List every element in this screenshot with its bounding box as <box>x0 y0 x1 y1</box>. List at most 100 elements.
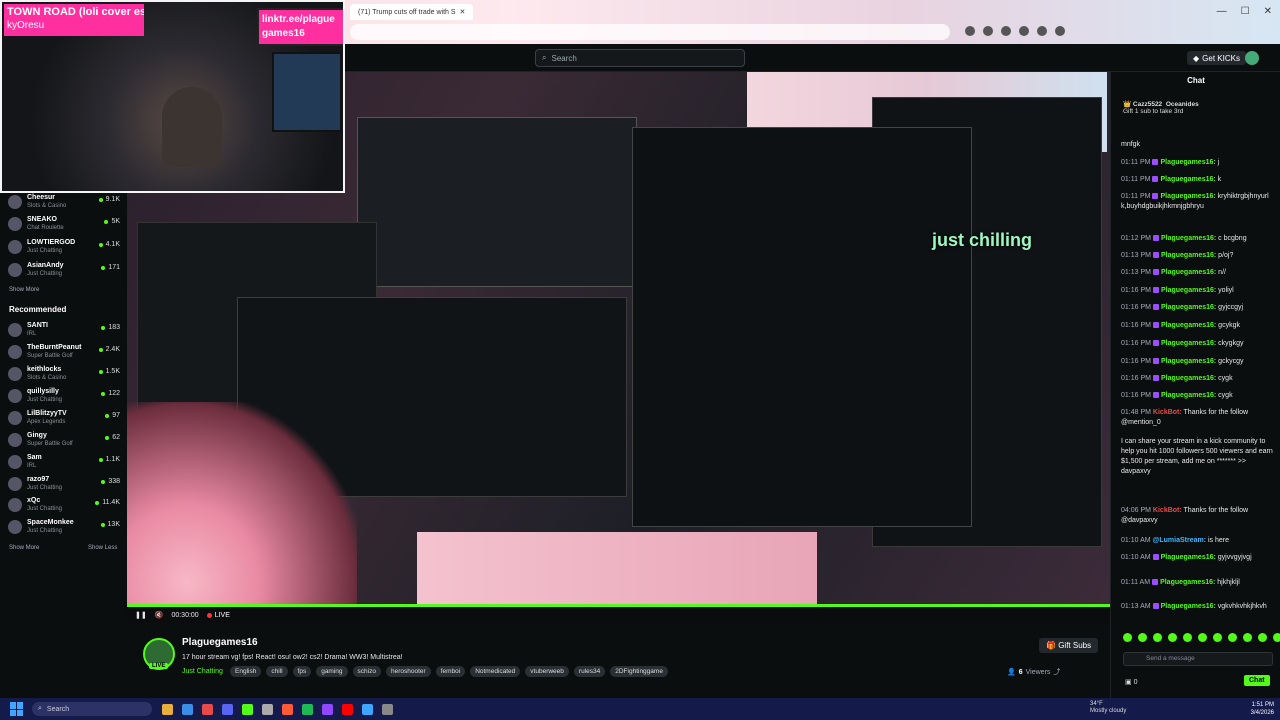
sidebar-channel[interactable]: AsianAndy Just Chatting 171 <box>8 261 120 281</box>
chat-username[interactable]: KickBot: <box>1153 409 1182 416</box>
extension-icon[interactable] <box>1037 26 1047 36</box>
chat-username[interactable]: Plaguegames16: <box>1161 252 1216 259</box>
app-icon[interactable] <box>322 703 333 715</box>
emote-icon[interactable] <box>1198 633 1207 642</box>
chat-username[interactable]: Plaguegames16: <box>1161 340 1216 347</box>
tag[interactable]: schizo <box>352 666 381 677</box>
stream-category[interactable]: Just Chatting <box>182 668 223 675</box>
get-kicks-button[interactable]: ◆ Get KICKs <box>1187 51 1246 65</box>
close-icon[interactable]: ✕ <box>460 8 466 16</box>
sidebar-channel[interactable]: LilBlitzyyTV Apex Legends 97 <box>8 409 120 429</box>
sidebar-channel[interactable]: quillysilly Just Chatting 122 <box>8 387 120 407</box>
chat-username[interactable]: Plaguegames16: <box>1161 235 1216 242</box>
chat-username[interactable]: Plaguegames16: <box>1161 554 1216 561</box>
sidebar-channel[interactable]: LOWTIERGOD Just Chatting 4.1K <box>8 238 120 258</box>
chat-username[interactable]: Plaguegames16: <box>1161 375 1216 382</box>
sidebar-channel[interactable]: Cheesur Slots & Casino 9.1K <box>8 193 120 213</box>
search-input[interactable]: ⌕ Search <box>535 49 745 67</box>
emote-icon[interactable] <box>1168 633 1177 642</box>
chat-send-button[interactable]: Chat <box>1244 675 1270 686</box>
sidebar-channel[interactable]: Sam IRL 1.1K <box>8 453 120 473</box>
emote-icon[interactable] <box>1228 633 1237 642</box>
chat-username[interactable]: Plaguegames16: <box>1160 176 1215 183</box>
sidebar-channel[interactable]: SANTI IRL 183 <box>8 321 120 341</box>
chat-username[interactable]: Plaguegames16: <box>1161 358 1216 365</box>
show-more-link[interactable]: Show More <box>9 545 39 551</box>
sidebar-channel[interactable]: TheBurntPeanut Super Battle Golf 2.4K <box>8 343 120 363</box>
chat-username[interactable]: Plaguegames16: <box>1161 304 1216 311</box>
tag[interactable]: vtuberweeb <box>525 666 569 677</box>
chat-username[interactable]: Plaguegames16: <box>1161 287 1216 294</box>
app-icon[interactable] <box>342 703 353 715</box>
tag[interactable]: rules34 <box>573 666 606 677</box>
user-avatar[interactable] <box>1245 51 1259 65</box>
gift-subs-button[interactable]: 🎁 Gift Subs <box>1039 638 1099 653</box>
sidebar-channel[interactable]: SpaceMonkee Just Chatting 13K <box>8 518 120 538</box>
address-bar[interactable] <box>350 24 950 40</box>
app-icon[interactable] <box>382 703 393 715</box>
tag[interactable]: gaming <box>316 666 348 677</box>
app-icon[interactable] <box>162 703 173 715</box>
extension-icon[interactable] <box>965 26 975 36</box>
sidebar-channel[interactable]: SNEAKO Chat Roulette 5K <box>8 215 120 235</box>
emote-icon[interactable] <box>1213 633 1222 642</box>
app-icon[interactable] <box>282 703 293 715</box>
app-icon[interactable] <box>222 703 233 715</box>
pause-icon[interactable]: ❚❚ <box>135 611 147 619</box>
tag[interactable]: 2DFightinggame <box>610 666 668 677</box>
app-icon[interactable] <box>302 703 313 715</box>
sidebar-channel[interactable]: keithlocks Slots & Casino 1.5K <box>8 365 120 385</box>
share-icon[interactable]: ⤴ <box>1053 667 1060 677</box>
weather-widget[interactable]: 34°F Mostly cloudy <box>1090 701 1126 715</box>
app-icon[interactable] <box>262 703 273 715</box>
chat-username[interactable]: Plaguegames16: <box>1160 579 1215 586</box>
emote-icon[interactable] <box>1258 633 1267 642</box>
sidebar-channel[interactable]: Gingy Super Battle Golf 62 <box>8 431 120 451</box>
channel-name: SNEAKO <box>27 216 57 223</box>
chat-username[interactable]: Plaguegames16: <box>1160 193 1215 200</box>
emote-icon[interactable] <box>1138 633 1147 642</box>
extension-icon[interactable] <box>1019 26 1029 36</box>
chat-username[interactable]: KickBot: <box>1153 507 1182 514</box>
chat-username[interactable]: Plaguegames16: <box>1161 603 1216 610</box>
extension-icon[interactable] <box>1055 26 1065 36</box>
chat-username[interactable]: Plaguegames16: <box>1161 322 1216 329</box>
chat-username[interactable]: Plaguegames16: <box>1161 392 1216 399</box>
extension-icon[interactable] <box>1001 26 1011 36</box>
show-more-link[interactable]: Show More <box>9 287 39 293</box>
emote-icon[interactable] <box>1183 633 1192 642</box>
timestamp: 01:13 PM <box>1121 252 1151 259</box>
channel-name[interactable]: Plaguegames16 <box>182 637 258 648</box>
emote-icon[interactable] <box>1153 633 1162 642</box>
emote-icon[interactable] <box>1243 633 1252 642</box>
maximize-icon[interactable]: ☐ <box>1241 6 1250 17</box>
extension-icon[interactable] <box>983 26 993 36</box>
start-button[interactable] <box>10 702 24 716</box>
browser-tab[interactable]: (71) Trump cuts off trade with S ✕ <box>350 4 474 20</box>
sidebar-channel[interactable]: razo97 Just Chatting 338 <box>8 475 120 495</box>
tag[interactable]: fps <box>292 666 312 677</box>
tag[interactable]: heroshooter <box>385 666 431 677</box>
tag[interactable]: English <box>230 666 262 677</box>
chat-username[interactable]: Plaguegames16: <box>1161 269 1216 276</box>
emote-icon[interactable] <box>1273 633 1280 642</box>
app-icon[interactable] <box>362 703 373 715</box>
app-icon[interactable] <box>182 703 193 715</box>
app-icon[interactable] <box>242 703 253 715</box>
app-icon[interactable] <box>202 703 213 715</box>
taskbar-search[interactable]: ⌕ Search <box>32 702 152 716</box>
volume-icon[interactable]: 🔇 <box>155 611 164 619</box>
system-clock[interactable]: 1:51 PM 3/4/2026 <box>1251 701 1274 717</box>
sidebar-channel[interactable]: xQc Just Chatting 11.4K <box>8 496 120 516</box>
emote-icon[interactable] <box>1123 633 1132 642</box>
minimize-icon[interactable]: — <box>1217 6 1227 17</box>
channel-points[interactable]: ▣ 0 <box>1125 678 1137 686</box>
chat-username[interactable]: Plaguegames16: <box>1160 159 1215 166</box>
tag[interactable]: chill <box>266 666 288 677</box>
close-window-icon[interactable]: ✕ <box>1264 6 1272 17</box>
show-less-link[interactable]: Show Less <box>88 545 117 551</box>
chat-input[interactable]: Send a message <box>1123 652 1273 666</box>
tag[interactable]: femboi <box>435 666 466 677</box>
tag[interactable]: Notmedicated <box>470 666 521 677</box>
chat-username[interactable]: @LumiaStream: <box>1153 537 1207 544</box>
